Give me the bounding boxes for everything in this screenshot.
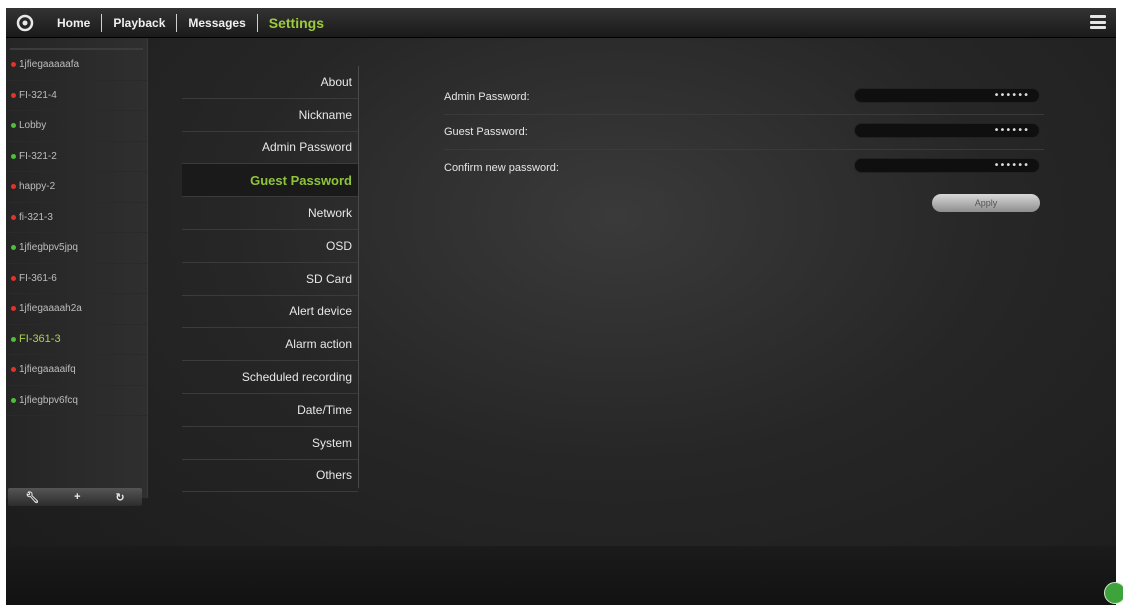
settings-menu-item[interactable]: Date/Time (182, 394, 358, 427)
top-navigation-bar: Home Playback Messages Settings (6, 8, 1116, 38)
device-name: FI-321-4 (19, 89, 57, 101)
password-field[interactable]: •••••• (854, 88, 1040, 103)
device-item[interactable]: 1jfiegaaaaifq (6, 355, 147, 386)
password-field[interactable]: •••••• (854, 123, 1040, 138)
settings-menu-item[interactable]: Scheduled recording (182, 361, 358, 394)
device-item[interactable]: happy-2 (6, 172, 147, 203)
settings-menu-item[interactable]: Others (182, 460, 358, 493)
password-form: Admin Password: •••••• Guest Password: ••••… (444, 80, 1044, 185)
device-item[interactable]: FI-321-4 (6, 81, 147, 111)
device-name: 1jfiegaaaaafa (19, 59, 80, 71)
form-row: Guest Password: •••••• (444, 115, 1044, 150)
device-item[interactable]: 1jfiegbpv6fcq (6, 386, 147, 416)
status-dot-icon (11, 367, 16, 373)
device-name: 1jfiegbpv6fcq (19, 394, 78, 406)
menu-divider (358, 66, 359, 488)
status-dot-icon (11, 184, 16, 190)
settings-menu-item[interactable]: Nickname (182, 99, 358, 132)
status-dot-icon (11, 397, 16, 403)
settings-menu-item[interactable]: Admin Password (182, 132, 358, 165)
footer-bar (6, 546, 1116, 605)
nav-messages[interactable]: Messages (177, 14, 256, 32)
device-item[interactable]: 1jfiegbpv5jpq (6, 233, 147, 264)
device-name: FI-361-6 (19, 272, 57, 284)
status-dot-icon (11, 62, 16, 68)
settings-menu-item[interactable]: Alarm action (182, 328, 358, 362)
device-item[interactable]: 1jfiegaaaah2a (6, 294, 147, 325)
device-name: FI-321-2 (19, 150, 57, 162)
settings-menu-item[interactable]: OSD (182, 230, 358, 263)
form-row: Confirm new password: •••••• (444, 150, 1044, 185)
nav-settings[interactable]: Settings (258, 14, 335, 32)
form-row: Admin Password: •••••• (444, 80, 1044, 115)
device-list: 1jfiegaaaaafa FI-321-4 Lobby FI-321-2 happy-… (6, 38, 148, 506)
settings-menu-item[interactable]: Alert device (182, 296, 358, 329)
nav-home[interactable]: Home (46, 14, 101, 32)
device-item[interactable]: FI-361-3 (6, 325, 147, 355)
device-name: 1jfiegbpv5jpq (19, 242, 78, 254)
settings-menu-item[interactable]: System (182, 427, 358, 460)
field-label: Admin Password: (444, 91, 530, 103)
status-dot-icon (11, 275, 16, 281)
status-indicator (1104, 582, 1123, 604)
nav-playback[interactable]: Playback (102, 14, 176, 32)
status-dot-icon (11, 153, 16, 159)
device-item[interactable]: 1jfiegaaaaafa (6, 50, 147, 81)
refresh-icon[interactable]: ↻ (115, 491, 124, 504)
status-dot-icon (11, 92, 16, 98)
plus-icon[interactable]: + (74, 491, 80, 503)
password-field[interactable]: •••••• (854, 158, 1040, 173)
settings-menu: About Nickname Admin Password Guest Passwor… (182, 66, 358, 493)
field-label: Guest Password: (444, 126, 528, 138)
status-dot-icon (11, 214, 16, 220)
device-name: fi-321-3 (19, 211, 53, 223)
device-item[interactable]: Lobby (6, 111, 147, 142)
device-name: 1jfiegaaaah2a (19, 303, 82, 315)
settings-menu-item[interactable]: About (182, 66, 358, 99)
settings-menu-item[interactable]: Guest Password (182, 164, 358, 198)
device-name: FI-361-3 (19, 333, 61, 346)
wrench-icon[interactable]: 🔧︎ (25, 491, 39, 504)
device-item[interactable]: fi-321-3 (6, 203, 147, 233)
status-dot-icon (11, 336, 16, 342)
hamburger-menu-icon[interactable] (1090, 15, 1106, 29)
status-dot-icon (11, 306, 16, 312)
field-label: Confirm new password: (444, 161, 559, 174)
device-toolbar: 🔧︎ + ↻ (8, 488, 142, 506)
status-dot-icon (11, 123, 16, 129)
device-list-header (10, 38, 143, 50)
app-window: Home Playback Messages Settings 1jfiegaa… (6, 8, 1116, 605)
device-name: happy-2 (19, 181, 56, 193)
device-name: Lobby (19, 120, 47, 132)
device-item[interactable]: FI-321-2 (6, 142, 147, 172)
status-dot-icon (11, 245, 16, 251)
settings-menu-item[interactable]: Network (182, 197, 358, 230)
app-logo-icon (12, 10, 38, 36)
settings-menu-item[interactable]: SD Card (182, 263, 358, 296)
device-name: 1jfiegaaaaifq (19, 364, 76, 376)
apply-button[interactable]: Apply (932, 194, 1040, 212)
device-item[interactable]: FI-361-6 (6, 264, 147, 294)
